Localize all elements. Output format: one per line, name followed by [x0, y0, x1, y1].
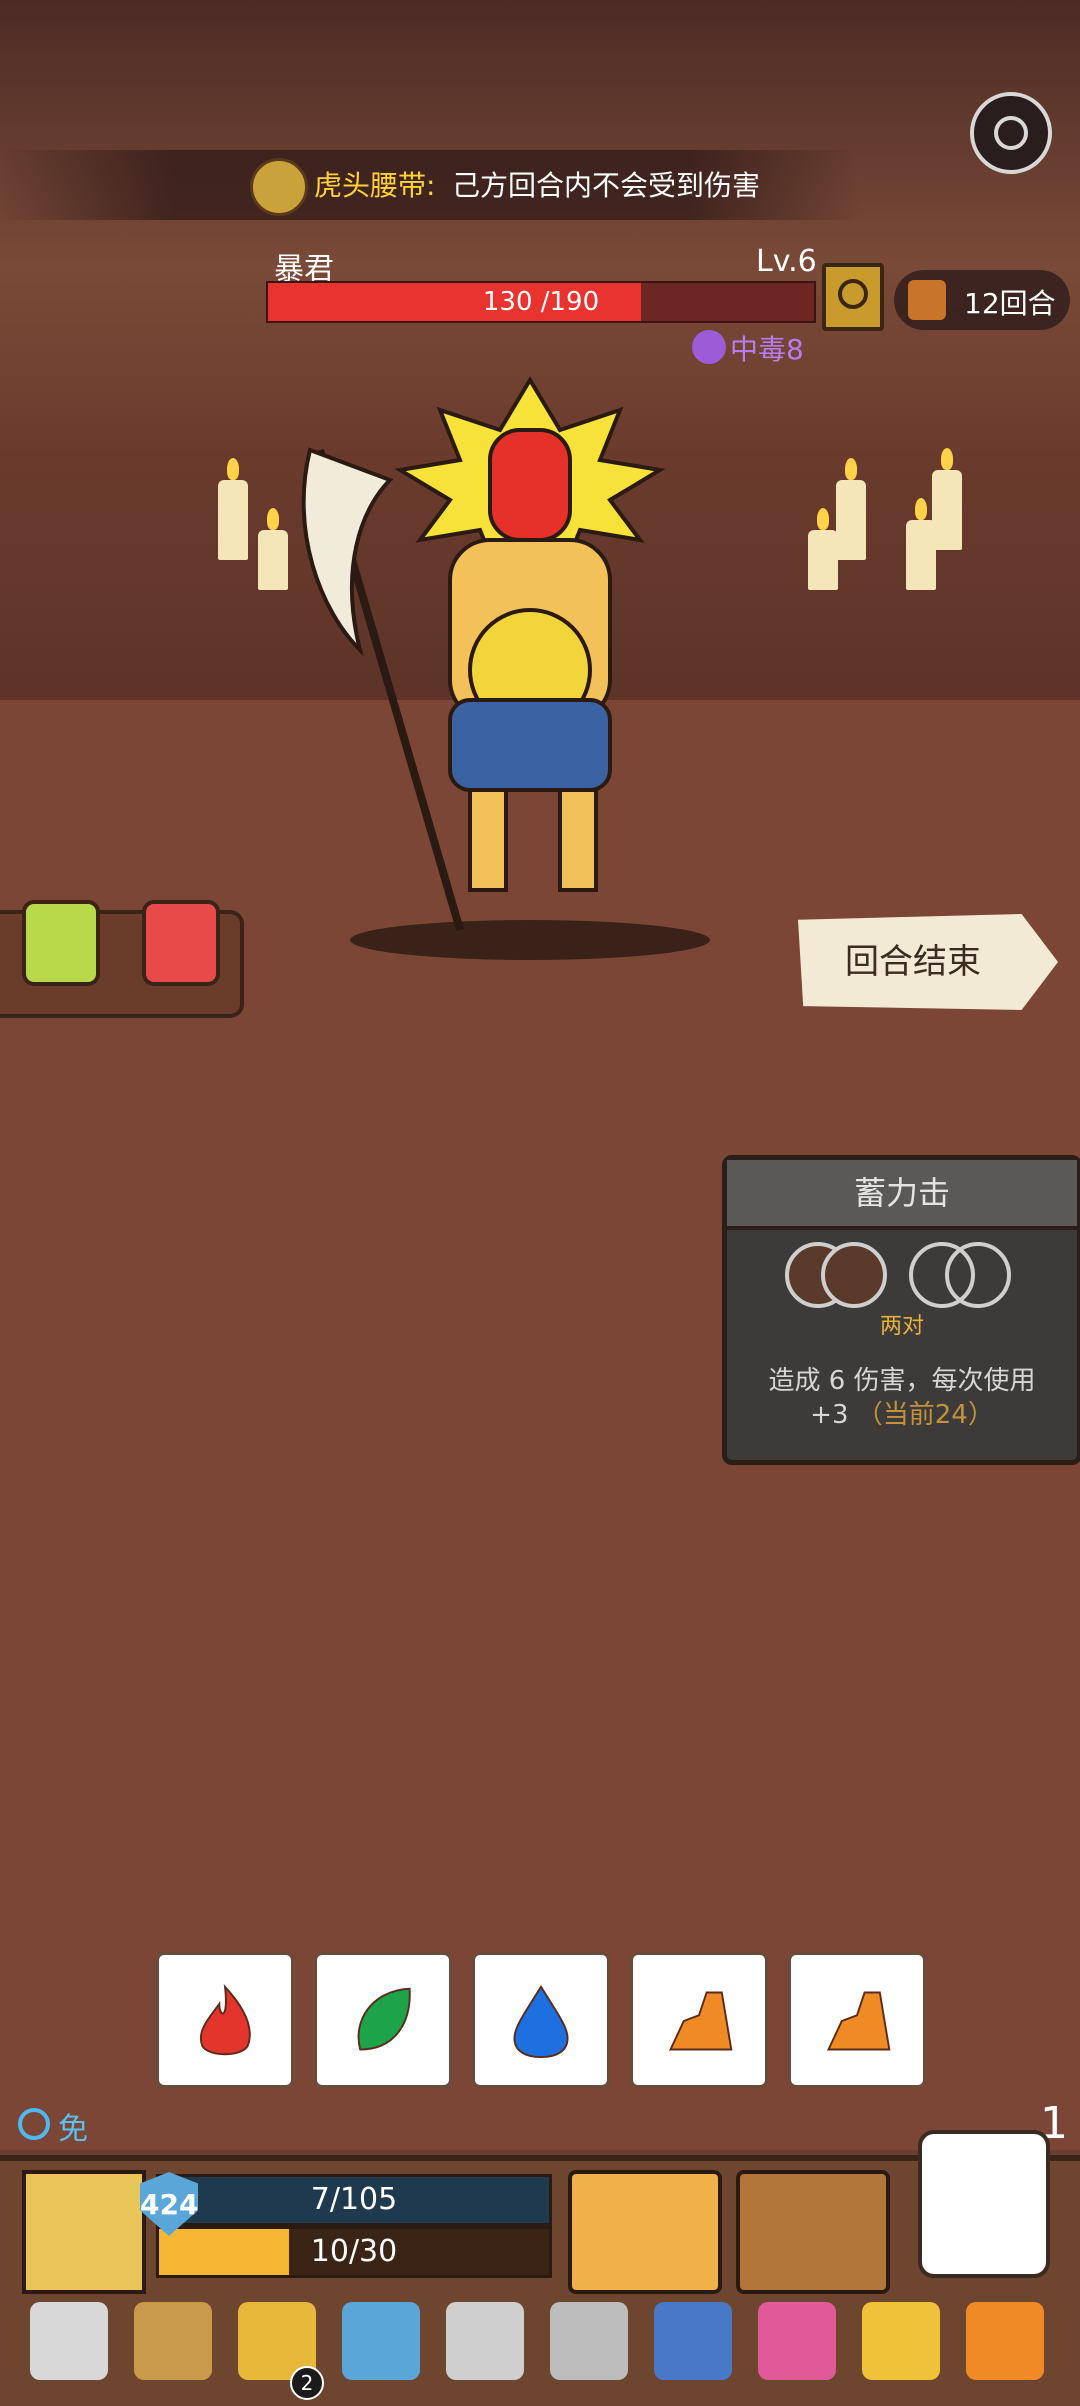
- heart-box-icon[interactable]: [758, 2302, 836, 2380]
- tyrant-monster[interactable]: [300, 370, 760, 960]
- player-portrait[interactable]: [22, 2170, 146, 2294]
- scroll-icon: [908, 280, 946, 320]
- enemy-level: Lv.6: [756, 244, 817, 279]
- helmet-icon[interactable]: [446, 2302, 524, 2380]
- player-energy-text: 10/30: [310, 2234, 398, 2269]
- die-earth[interactable]: [630, 1952, 768, 2088]
- enemy-hp-bar: 130 /190: [266, 281, 816, 323]
- fire-icon: [199, 1984, 251, 2056]
- gear-icon[interactable]: [970, 92, 1052, 174]
- immune-icon: [18, 2108, 50, 2140]
- dice-slot: [945, 1242, 1011, 1308]
- armor-icon[interactable]: [654, 2302, 732, 2380]
- candle-icon: [258, 508, 288, 590]
- end-turn-label: 回合结束: [845, 942, 981, 982]
- item-count-badge: 2: [290, 2366, 324, 2400]
- skill-combo: 两对: [879, 1314, 924, 1339]
- claw-skill-button[interactable]: [736, 2170, 890, 2294]
- crown-icon[interactable]: [966, 2302, 1044, 2380]
- skill-description: 造成 6 伤害，每次使用: [768, 1366, 1036, 1396]
- skill-card-header: 蓄力击: [727, 1160, 1077, 1230]
- potion-bottle-icon[interactable]: [142, 900, 220, 986]
- coin-icon[interactable]: [550, 2302, 628, 2380]
- candle-icon: [932, 448, 962, 550]
- dice-slot: [821, 1242, 887, 1308]
- end-turn-button[interactable]: 回合结束: [798, 914, 1058, 1010]
- earth-icon: [669, 1991, 733, 2051]
- turn-counter-label: 12回合: [964, 287, 1056, 320]
- player-energy-bar: 10/30: [156, 2226, 552, 2278]
- tiger-belt-icon: [250, 158, 308, 216]
- player-shield-value: 424: [140, 2188, 199, 2221]
- earth-icon: [827, 1991, 891, 2051]
- candle-icon: [808, 508, 838, 590]
- skill-description-2: +3 （当前24）: [737, 1394, 1067, 1431]
- leaf-icon: [357, 1987, 411, 2051]
- enemy-hp-text: 130 /190: [482, 287, 600, 317]
- poison-icon: [692, 330, 726, 364]
- candle-icon: [836, 458, 866, 560]
- die-water[interactable]: [472, 1952, 610, 2088]
- candle-icon: [218, 458, 248, 560]
- die-fire[interactable]: [156, 1952, 294, 2088]
- scroll-icon[interactable]: [30, 2302, 108, 2380]
- turn-counter: 12回合: [894, 270, 1070, 330]
- inspect-icon[interactable]: [822, 263, 884, 331]
- roll-dice-button[interactable]: [918, 2130, 1050, 2278]
- hammer-icon[interactable]: [134, 2302, 212, 2380]
- buff-name: 虎头腰带:: [314, 169, 436, 202]
- skill-card[interactable]: 蓄力击 两对 造成 6 伤害，每次使用 +3 （当前24）: [722, 1155, 1080, 1465]
- enemy-status-poison: 中毒8: [730, 333, 804, 366]
- fist-skill-button[interactable]: [568, 2170, 722, 2294]
- water-icon: [513, 1984, 569, 2059]
- skill-bonus: +3: [810, 1400, 849, 1430]
- banana-icon[interactable]: [862, 2302, 940, 2380]
- die-leaf[interactable]: [314, 1952, 452, 2088]
- player-hp-text: 7/105: [310, 2182, 398, 2217]
- potion-bottle-icon[interactable]: [22, 900, 100, 986]
- skill-title: 蓄力击: [853, 1174, 950, 1212]
- ring-icon[interactable]: [342, 2302, 420, 2380]
- player-hp-bar: 7/105: [156, 2174, 552, 2226]
- skill-current-value: （当前24）: [856, 1400, 994, 1430]
- die-earth[interactable]: [788, 1952, 926, 2088]
- buff-description: 己方回合内不会受到伤害: [452, 169, 761, 202]
